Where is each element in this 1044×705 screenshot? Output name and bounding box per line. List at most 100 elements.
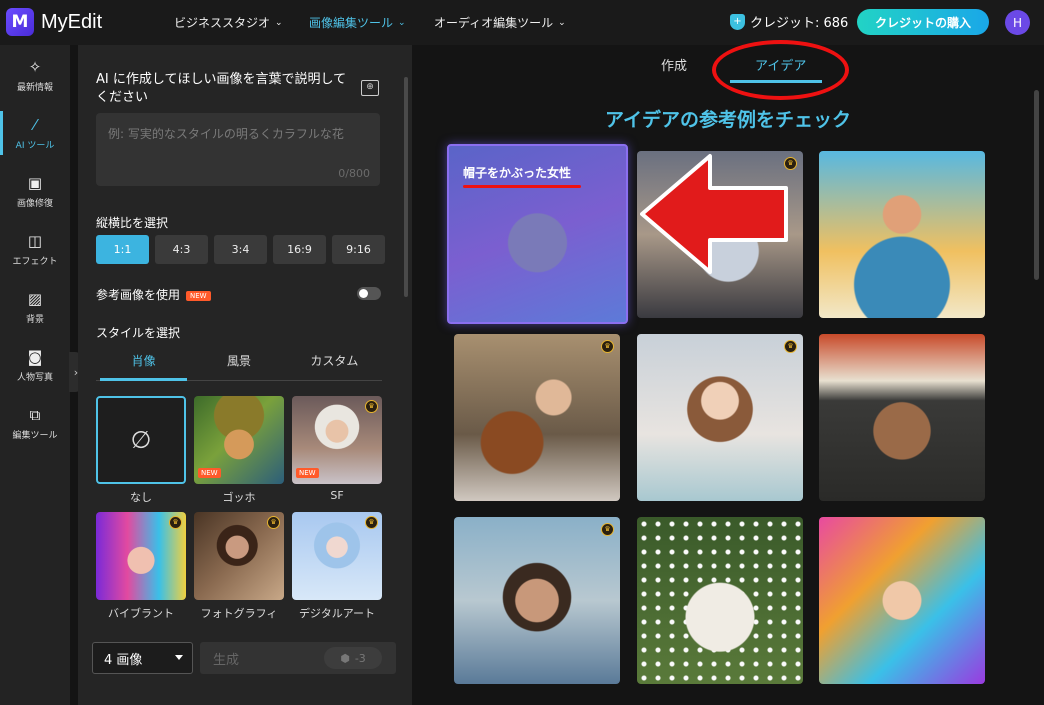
style-name: なし — [130, 491, 152, 504]
idea-card-hat-woman[interactable]: 帽子をかぶった女性 — [447, 144, 628, 324]
reference-image-row: 参考画像を使用 NEW — [96, 286, 211, 303]
style-thumbnail: ♛ — [96, 512, 186, 600]
style-thumbnail: ♛ — [292, 512, 382, 600]
prompt-placeholder: 例: 写実的なスタイルの明るくカラフルな花 — [108, 127, 344, 141]
idea-card[interactable] — [819, 517, 985, 684]
style-digital-art[interactable]: ♛ デジタルアート — [292, 512, 382, 621]
ratio-1-1[interactable]: 1:1 — [96, 235, 149, 264]
style-tabs: 肖像 風景 カスタム — [96, 348, 382, 381]
premium-crown-icon: ♛ — [365, 516, 378, 529]
ratio-16-9[interactable]: 16:9 — [273, 235, 326, 264]
effect-icon: ◫ — [27, 231, 43, 250]
prompt-input[interactable]: 例: 写実的なスタイルの明るくカラフルな花 0/800 — [96, 113, 380, 186]
sparkle-icon: ✧ — [28, 57, 42, 76]
rail-item-image-repair[interactable]: ▣ 画像修復 — [0, 163, 70, 219]
premium-crown-icon: ♛ — [784, 340, 797, 353]
nav-business-studio[interactable]: ビジネススタジオ ⌄ — [174, 0, 283, 45]
credit-label: クレジット: 686 — [750, 16, 849, 31]
style-name: SF — [330, 489, 344, 502]
style-sf[interactable]: ♛ NEW SF — [292, 396, 382, 502]
top-bar: M MyEdit ビジネススタジオ ⌄ 画像編集ツール ⌄ オーディオ編集ツール ⌄ … — [0, 0, 1044, 45]
tab-create[interactable]: 作成 — [661, 55, 687, 74]
ratio-4-3[interactable]: 4:3 — [155, 235, 208, 264]
magic-wand-icon: ⁄ — [33, 115, 37, 134]
prompt-char-count: 0/800 — [338, 167, 370, 180]
rail-label: 画像修復 — [16, 198, 53, 209]
nav-audio-tools[interactable]: オーディオ編集ツール ⌄ — [434, 0, 566, 45]
nav-label: オーディオ編集ツール — [434, 16, 554, 30]
ideas-heading: アイデアの参考例をチェック — [604, 109, 852, 131]
rail-item-portrait[interactable]: ◙ 人物写真 — [0, 337, 70, 393]
idea-card[interactable] — [637, 517, 803, 684]
ratio-3-4[interactable]: 3:4 — [214, 235, 267, 264]
panel-scrollbar[interactable] — [404, 77, 408, 297]
generate-button[interactable]: 生成 ⬢ -3 — [200, 642, 396, 674]
new-badge: NEW — [198, 468, 221, 478]
idea-card[interactable]: ♛ — [454, 517, 620, 684]
rail-item-ai-tools[interactable]: ⁄ AI ツール — [0, 105, 70, 161]
image-count-value: 4 画像 — [104, 652, 143, 668]
nav-label: ビジネススタジオ — [174, 16, 271, 30]
idea-card[interactable] — [819, 334, 985, 501]
main-scrollbar[interactable] — [1034, 90, 1039, 280]
ratio-options: 1:1 4:3 3:4 16:9 9:16 — [96, 235, 391, 264]
premium-crown-icon: ♛ — [169, 516, 182, 529]
idea-card[interactable]: ♛ — [637, 334, 803, 501]
style-thumbnail: ♛ NEW — [292, 396, 382, 484]
rail-item-edit-tools[interactable]: ⧉ 編集ツール — [0, 395, 70, 451]
rail-item-background[interactable]: ▨ 背景 — [0, 279, 70, 335]
annotation-circle — [712, 40, 849, 100]
reference-image-label: 参考画像を使用 — [96, 288, 181, 302]
new-badge: NEW — [186, 290, 211, 301]
credit-shield-icon: + — [730, 13, 745, 30]
chevron-down-icon: ⌄ — [558, 17, 566, 28]
cost-value: -3 — [354, 651, 366, 665]
chevron-down-icon: ⌄ — [275, 17, 283, 28]
chevron-down-icon: ⌄ — [398, 17, 406, 28]
rail-label: 編集ツール — [12, 430, 58, 441]
tab-custom[interactable]: カスタム — [287, 348, 382, 380]
nav-image-tools[interactable]: 画像編集ツール ⌄ — [309, 0, 406, 45]
rail-label: 背景 — [25, 314, 44, 325]
generate-label: 生成 — [213, 652, 240, 668]
style-thumbnail: NEW — [194, 396, 284, 484]
tab-portrait[interactable]: 肖像 — [96, 348, 191, 381]
card-label: 帽子をかぶった女性 — [463, 166, 572, 180]
credit-coin-icon: ⬢ — [340, 651, 350, 665]
tool-rail: ✧ 最新情報 ⁄ AI ツール ▣ 画像修復 ◫ エフェクト ▨ 背景 ◙ 人物写真 ⧉ 編集… — [0, 45, 70, 705]
style-thumbnail: ♛ — [194, 512, 284, 600]
background-icon: ▨ — [27, 289, 43, 308]
ratio-9-16[interactable]: 9:16 — [332, 235, 385, 264]
tab-landscape[interactable]: 風景 — [191, 348, 286, 380]
style-photography[interactable]: ♛ フォトグラフィ — [194, 512, 284, 621]
image-repair-icon: ▣ — [27, 173, 43, 192]
caret-down-icon — [175, 655, 183, 660]
credit-balance: + クレジット: 686 — [730, 12, 848, 31]
style-gogh[interactable]: NEW ゴッホ — [194, 396, 284, 505]
premium-crown-icon: ♛ — [601, 340, 614, 353]
generate-cost: ⬢ -3 — [324, 647, 382, 669]
reference-image-toggle[interactable] — [357, 287, 381, 300]
rail-label: AI ツール — [15, 140, 55, 151]
style-name: バイブラント — [108, 607, 174, 620]
rail-item-effects[interactable]: ◫ エフェクト — [0, 221, 70, 277]
idea-card[interactable]: ♛ — [454, 334, 620, 501]
user-avatar[interactable]: H — [1005, 10, 1030, 35]
buy-credits-button[interactable]: クレジットの購入 — [857, 9, 989, 35]
premium-crown-icon: ♛ — [601, 523, 614, 536]
image-upload-icon[interactable]: ⊕ — [361, 80, 379, 96]
idea-card[interactable] — [819, 151, 985, 318]
app-logo[interactable]: M MyEdit — [6, 8, 102, 36]
app-name: MyEdit — [41, 10, 103, 33]
myedit-logo-icon: M — [6, 8, 34, 36]
style-vibrant[interactable]: ♛ バイブラント — [96, 512, 186, 621]
rail-item-news[interactable]: ✧ 最新情報 — [0, 47, 70, 103]
ideas-area: 作成 アイデア アイデアの参考例をチェック 帽子をかぶった女性 ♛ ♛ ♛ ♛ — [412, 40, 1044, 705]
rail-label: エフェクト — [12, 256, 58, 267]
style-none[interactable]: ∅ なし — [96, 396, 186, 505]
style-name: デジタルアート — [298, 607, 376, 620]
ai-generate-panel: AI に作成してほしい画像を言葉で説明してください ⊕ 例: 写実的なスタイルの… — [78, 45, 412, 705]
style-name: フォトグラフィ — [200, 607, 278, 620]
rail-label: 最新情報 — [16, 82, 53, 93]
image-count-select[interactable]: 4 画像 — [92, 642, 193, 674]
